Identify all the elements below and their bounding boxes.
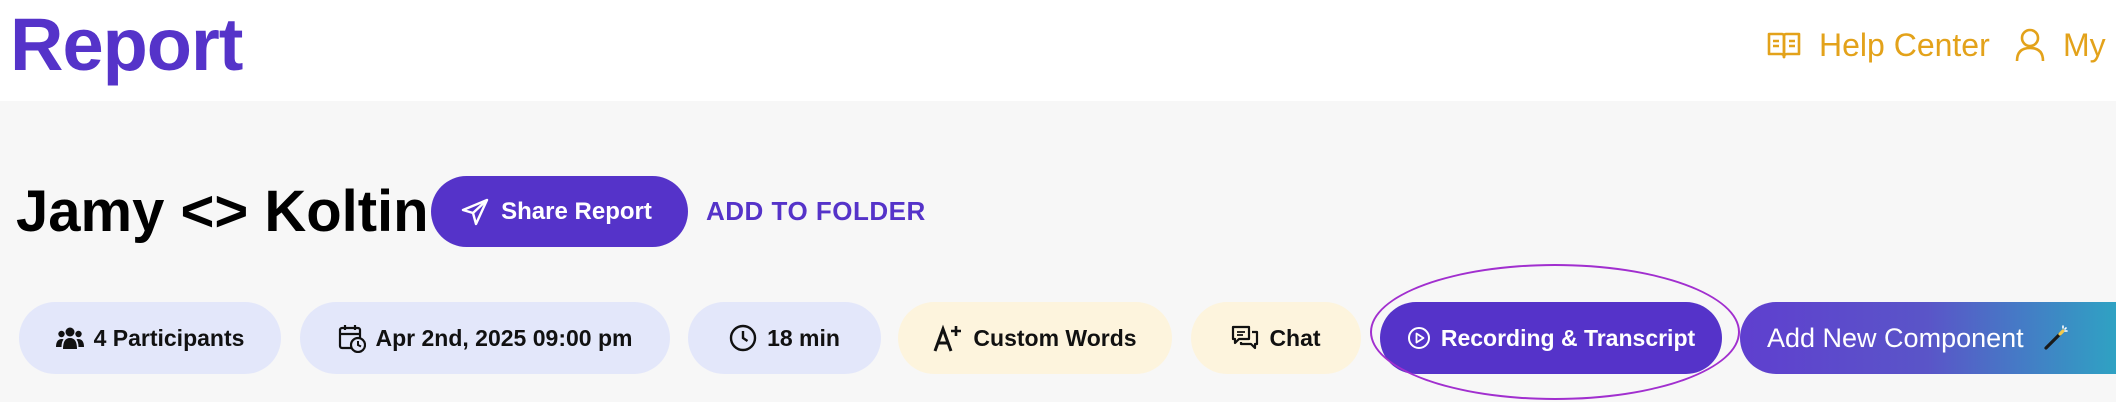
duration-chip[interactable]: 18 min xyxy=(688,302,881,374)
top-bar: Report Help Center My xyxy=(0,0,2116,101)
date-label: Apr 2nd, 2025 09:00 pm xyxy=(375,324,633,351)
clock-icon xyxy=(729,324,757,352)
account-link[interactable]: My xyxy=(2015,20,2106,70)
duration-label: 18 min xyxy=(767,324,840,351)
recording-transcript-button[interactable]: Recording & Transcript xyxy=(1380,302,1722,374)
participants-chip[interactable]: 4 Participants xyxy=(19,302,281,374)
custom-words-label: Custom Words xyxy=(973,324,1137,351)
people-icon xyxy=(55,327,84,349)
share-report-label: Share Report xyxy=(501,197,652,225)
participants-label: 4 Participants xyxy=(93,324,245,351)
custom-words-chip[interactable]: Custom Words xyxy=(898,302,1172,374)
magic-wand-icon xyxy=(2044,325,2068,350)
recording-transcript-label: Recording & Transcript xyxy=(1440,324,1696,351)
chat-icon xyxy=(1232,325,1259,350)
play-circle-icon xyxy=(1407,327,1430,349)
user-icon xyxy=(2015,28,2045,62)
font-plus-icon xyxy=(934,324,962,352)
page-brand-title: Report xyxy=(10,3,243,86)
report-title: Jamy <> Koltin xyxy=(16,179,429,244)
date-chip[interactable]: Apr 2nd, 2025 09:00 pm xyxy=(300,302,670,374)
paper-plane-icon xyxy=(461,198,489,225)
calendar-clock-icon xyxy=(338,325,366,353)
help-center-label: Help Center xyxy=(1819,26,1990,63)
chat-chip[interactable]: Chat xyxy=(1191,302,1361,374)
help-center-link[interactable]: Help Center xyxy=(1767,20,1990,70)
add-to-folder-link[interactable]: ADD TO FOLDER xyxy=(706,193,926,229)
add-new-component-button[interactable]: Add New Component xyxy=(1740,302,2116,374)
account-label: My xyxy=(2063,26,2106,63)
share-report-button[interactable]: Share Report xyxy=(431,176,688,247)
add-new-component-label: Add New Component xyxy=(1767,322,2024,353)
chat-label: Chat xyxy=(1269,324,1321,351)
book-icon xyxy=(1767,32,1801,59)
